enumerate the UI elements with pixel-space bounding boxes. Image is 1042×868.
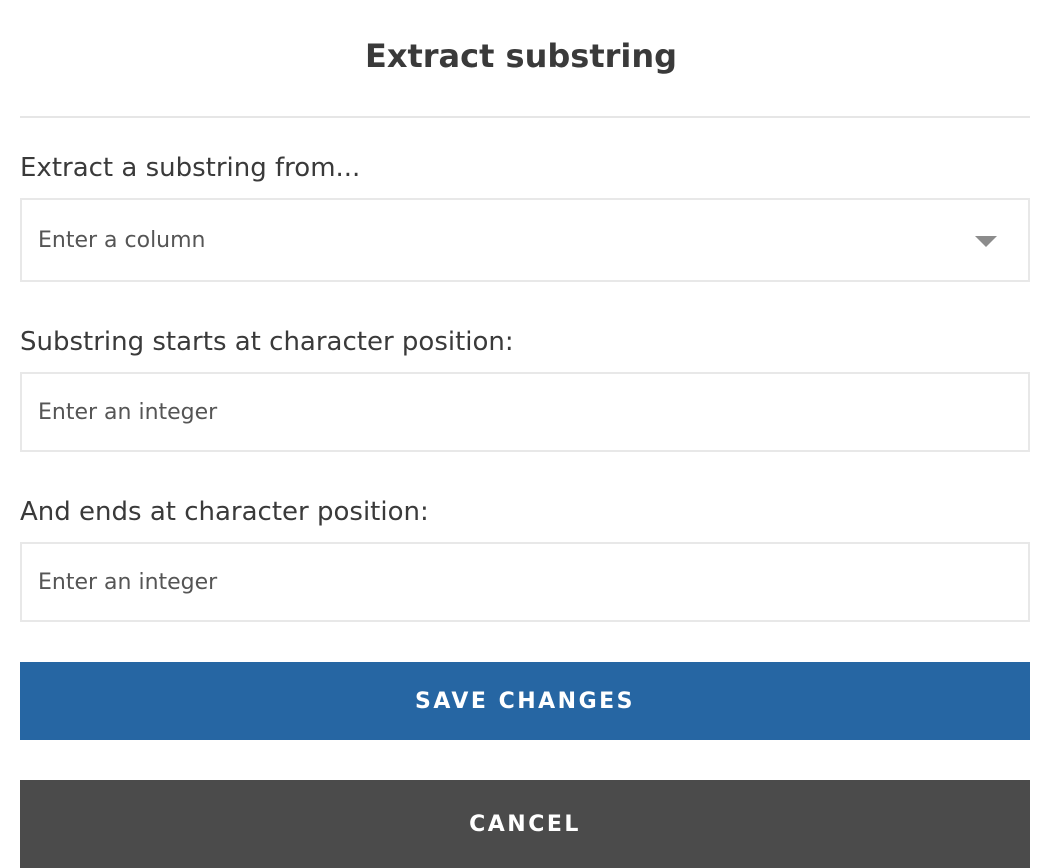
save-changes-label: SAVE CHANGES: [414, 688, 636, 714]
end-position-label: And ends at character position:: [20, 497, 429, 527]
chevron-down-icon[interactable]: [975, 236, 997, 247]
extract-substring-dialog: Extract substring Extract a substring fr…: [0, 0, 1042, 868]
column-label: Extract a substring from...: [20, 153, 361, 183]
save-changes-button[interactable]: SAVE CHANGES: [20, 662, 1030, 740]
end-position-placeholder: Enter an integer: [38, 569, 218, 595]
cancel-button[interactable]: CANCEL: [20, 780, 1030, 868]
end-position-input[interactable]: Enter an integer: [20, 542, 1030, 622]
column-select-placeholder: Enter a column: [38, 227, 206, 253]
start-position-label: Substring starts at character position:: [20, 327, 514, 357]
start-position-input[interactable]: Enter an integer: [20, 372, 1030, 452]
title-divider: [20, 116, 1030, 118]
dialog-title: Extract substring: [364, 37, 678, 75]
start-position-placeholder: Enter an integer: [38, 399, 218, 425]
cancel-label: CANCEL: [469, 811, 581, 837]
column-select[interactable]: Enter a column: [20, 198, 1030, 282]
